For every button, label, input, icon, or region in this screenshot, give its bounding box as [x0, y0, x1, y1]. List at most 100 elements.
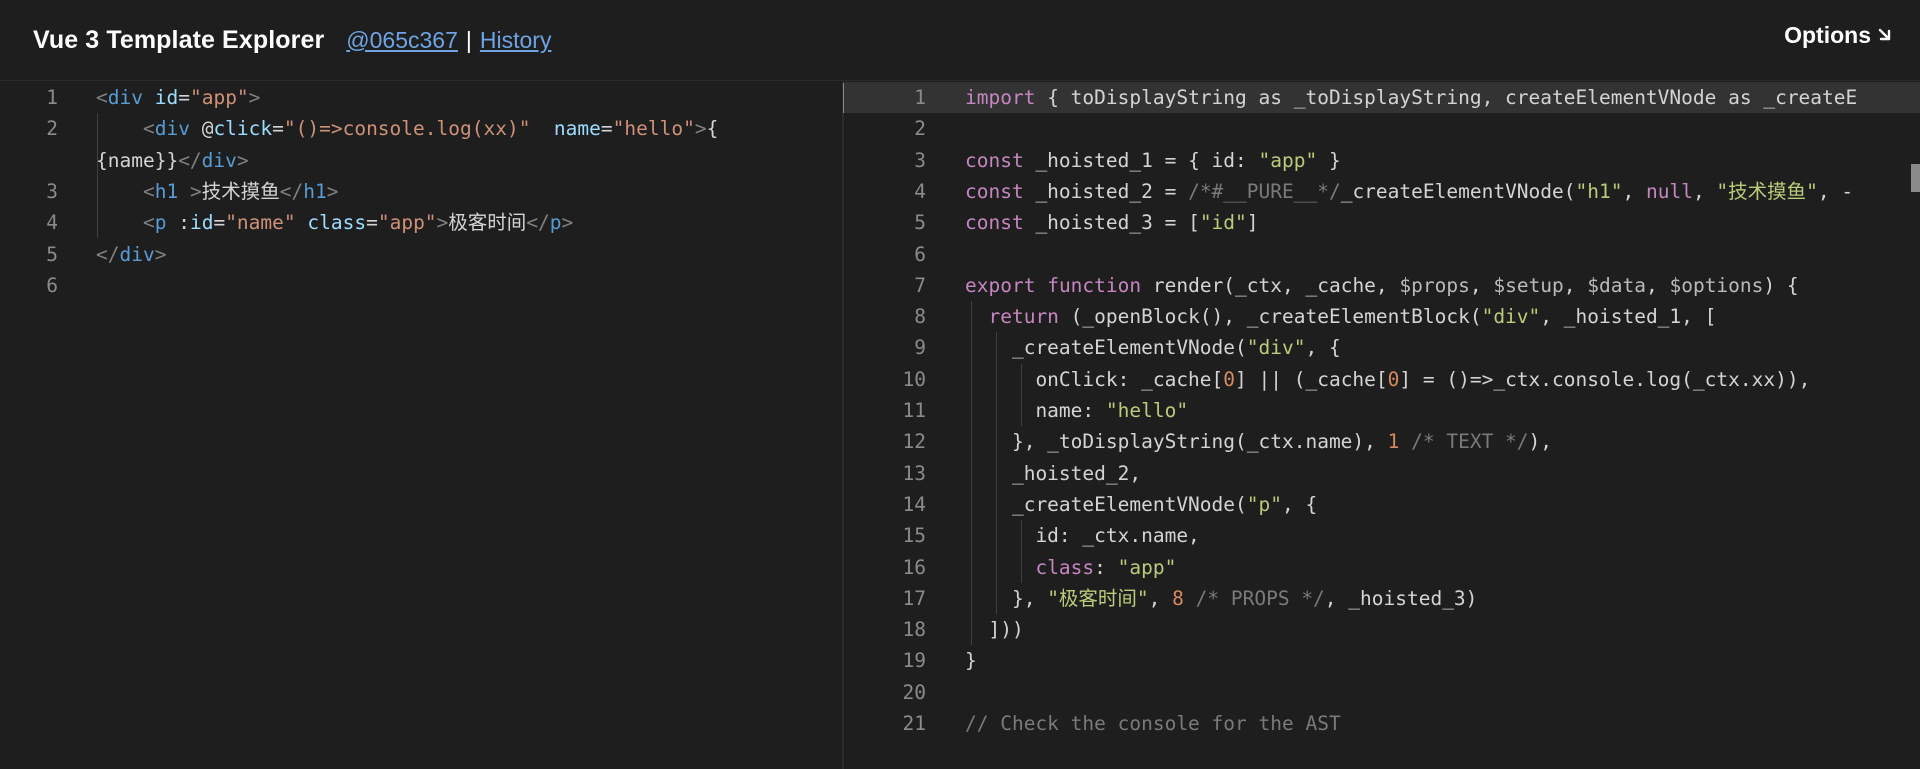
code-text: ])) [965, 614, 1023, 645]
code-token: (_openBlock(), _createElementBlock( [1058, 305, 1482, 329]
code-token: = [600, 117, 613, 141]
options-button[interactable]: Options [1784, 22, 1893, 49]
line-number: 6 [46, 273, 58, 297]
code-token: 技术摸鱼 [201, 179, 280, 203]
code-line: 5 </div> [0, 239, 842, 270]
compiled-output-editor[interactable]: 1 import { toDisplayString as _toDisplayS… [844, 81, 1920, 769]
code-text: <p :id="name" class="app">极客时间</p> [96, 207, 573, 238]
code-token: "div" [1481, 305, 1541, 329]
code-token: </ [526, 211, 550, 235]
code-line: 7 export function render(_ctx, _cache, $p… [844, 270, 1920, 301]
line-number: 9 [914, 336, 926, 360]
code-token: , [1622, 179, 1646, 203]
code-text: _createElementVNode("p", { [965, 489, 1317, 520]
line-number: 7 [914, 273, 926, 297]
code-token: , { [1305, 336, 1341, 360]
line-number: 14 [902, 492, 926, 516]
code-token: > [694, 117, 707, 141]
code-token: 1 [1387, 430, 1400, 454]
code-token: return [988, 305, 1059, 329]
code-token: , [1469, 273, 1494, 297]
code-text: import { toDisplayString as _toDisplaySt… [965, 82, 1857, 113]
code-line: 9 _createElementVNode("div", { [844, 332, 1920, 363]
code-token: }, [965, 586, 1048, 610]
code-line: 17 }, "极客时间", 8 /* PROPS */, _hoisted_3) [844, 583, 1920, 614]
code-line: 6 [844, 239, 1920, 270]
code-token: _hoisted_2, [965, 461, 1142, 485]
code-token: click [213, 117, 273, 141]
code-token: $data [1587, 273, 1646, 297]
code-token: "p" [1246, 492, 1282, 516]
code-token: const [965, 211, 1024, 235]
line-number: 20 [902, 680, 926, 704]
separator: | [465, 26, 472, 53]
code-token: /* PROPS */ [1195, 586, 1325, 610]
code-line: 3 <h1 >技术摸鱼</h1> [0, 176, 842, 207]
line-number: 5 [914, 211, 926, 235]
code-token: "极客时间" [1047, 586, 1149, 610]
code-token: "div" [1246, 336, 1306, 360]
code-token: , _hoisted_3) [1324, 586, 1478, 610]
app-title: Vue 3 Template Explorer [33, 25, 325, 54]
code-line: 16 class: "app" [844, 552, 1920, 583]
code-token: onClick: _cache[ [965, 367, 1224, 391]
code-line: 21 // Check the console for the AST [844, 708, 1920, 739]
code-line: 1 import { toDisplayString as _toDisplayS… [844, 82, 1920, 113]
code-token: > [189, 179, 202, 203]
code-token: 极客时间 [448, 211, 527, 235]
indent-guide [996, 332, 997, 615]
code-token: , [1692, 179, 1717, 203]
code-token: 0 [1223, 367, 1236, 391]
history-link[interactable]: History [480, 27, 552, 54]
code-token: _hoisted_1 = { id: [1023, 148, 1259, 172]
code-line: 10 onClick: _cache[0] || (_cache[0] = ()… [844, 364, 1920, 395]
code-token: ), [1528, 430, 1553, 454]
code-token: < [142, 117, 155, 141]
indent-guide [97, 113, 98, 239]
code-token: _hoisted_2 = [1023, 179, 1189, 203]
code-text: const _hoisted_3 = ["id"] [965, 207, 1259, 238]
code-token: @ [189, 117, 214, 141]
code-token: { [706, 117, 719, 141]
code-line: 4 const _hoisted_2 = /*#__PURE__*/_create… [844, 176, 1920, 207]
template-editor[interactable]: 1 <div id="app"> 2 <div @click="()=>consol… [0, 81, 842, 769]
code-token: ) { [1763, 273, 1799, 297]
code-line: 2 <div @click="()=>console.log(xx)" name… [0, 113, 842, 144]
code-text: }, _toDisplayString(_ctx.name), 1 /* TEX… [965, 426, 1552, 457]
code-token: render(_ctx, _cache, [1141, 273, 1400, 297]
code-token: "app" [189, 86, 249, 109]
code-token: div [119, 242, 155, 266]
code-token: , { [1282, 492, 1318, 516]
code-token: div [107, 86, 143, 109]
line-number: 5 [46, 242, 58, 266]
options-label: Options [1784, 22, 1871, 48]
commit-link[interactable]: @065c367 [346, 27, 458, 54]
code-line: 20 [844, 677, 1920, 708]
code-text: </div> [96, 239, 166, 270]
code-token: < [142, 211, 155, 235]
code-token: "技术摸鱼" [1716, 179, 1818, 203]
code-line: 13 _hoisted_2, [844, 458, 1920, 489]
line-number: 19 [902, 649, 926, 673]
code-token: const [965, 148, 1024, 172]
code-token: $options [1669, 273, 1764, 297]
code-token: null [1645, 179, 1693, 203]
code-token: } [965, 649, 977, 673]
indent-guide [1021, 520, 1022, 583]
line-number: 15 [902, 524, 926, 548]
code-text: return (_openBlock(), _createElementBloc… [965, 301, 1716, 332]
code-token: } [1317, 148, 1341, 172]
line-number: 18 [902, 618, 926, 642]
code-token: name [553, 117, 601, 141]
code-line: 15 id: _ctx.name, [844, 520, 1920, 551]
code-token: "app" [377, 211, 437, 235]
code-token: h1 [154, 179, 179, 203]
line-number: 2 [914, 117, 926, 141]
code-text: const _hoisted_2 = /*#__PURE__*/_createE… [965, 176, 1853, 207]
code-line: 14 _createElementVNode("p", { [844, 489, 1920, 520]
